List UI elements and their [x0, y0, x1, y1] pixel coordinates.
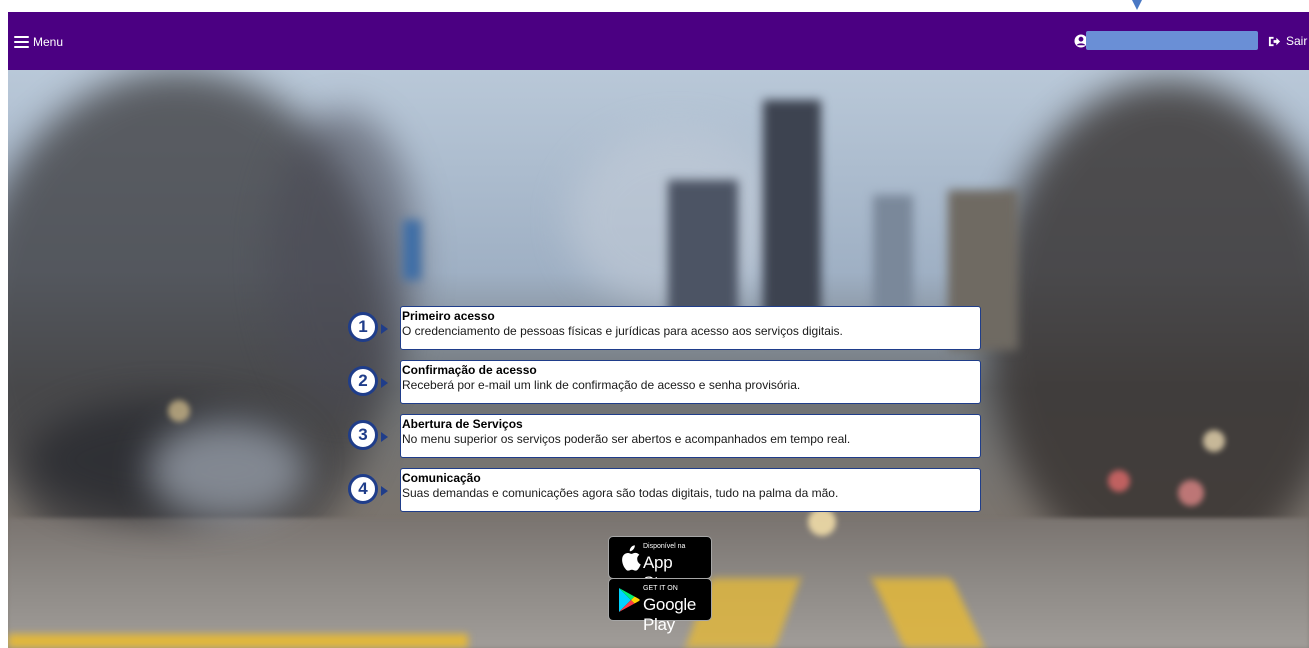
- logout-label: Sair: [1286, 34, 1308, 48]
- top-navbar: Menu Sair: [8, 12, 1309, 70]
- step-item: 4 Comunicação Suas demandas e comunicaçõ…: [348, 468, 988, 514]
- apple-icon: [622, 545, 641, 571]
- step-item: 1 Primeiro acesso O credenciamento de pe…: [348, 306, 988, 352]
- step-number: 1: [348, 312, 378, 342]
- step-arrow-icon: [381, 324, 388, 334]
- step-description: Suas demandas e comunicações agora são t…: [402, 486, 839, 500]
- app-frame: Menu Sair 1 Primeiro acesso O credenciam…: [8, 12, 1309, 648]
- step-title: Confirmação de acesso: [402, 363, 537, 377]
- step-title: Comunicação: [402, 471, 481, 485]
- logout-button[interactable]: Sair: [1268, 34, 1307, 48]
- google-play-small-text: GET IT ON: [643, 585, 678, 592]
- step-number: 3: [348, 420, 378, 450]
- step-arrow-icon: [381, 432, 388, 442]
- step-item: 3 Abertura de Serviços No menu superior …: [348, 414, 988, 460]
- step-card: Primeiro acesso O credenciamento de pess…: [400, 306, 981, 350]
- google-play-big-text: Google Play: [643, 595, 697, 634]
- step-arrow-icon: [381, 378, 388, 388]
- step-description: No menu superior os serviços poderão ser…: [402, 432, 851, 446]
- hamburger-icon: [14, 36, 29, 48]
- step-item: 2 Confirmação de acesso Receberá por e-m…: [348, 360, 988, 406]
- step-number: 2: [348, 366, 378, 396]
- step-title: Primeiro acesso: [402, 309, 495, 323]
- step-arrow-icon: [381, 486, 388, 496]
- step-card: Comunicação Suas demandas e comunicações…: [400, 468, 981, 512]
- google-play-icon: [619, 588, 640, 612]
- step-description: Receberá por e-mail um link de confirmaç…: [402, 378, 801, 392]
- logout-icon: [1268, 36, 1281, 46]
- step-card: Confirmação de acesso Receberá por e-mai…: [400, 360, 981, 404]
- menu-label: Menu: [33, 35, 64, 49]
- google-play-badge[interactable]: GET IT ON Google Play: [608, 578, 712, 634]
- user-name-field[interactable]: [1086, 31, 1258, 50]
- step-description: O credenciamento de pessoas físicas e ju…: [402, 324, 843, 338]
- pointer-arrow-icon: [1132, 0, 1142, 10]
- step-title: Abertura de Serviços: [402, 417, 523, 431]
- app-store-small-text: Disponível na: [643, 543, 686, 550]
- app-store-badge[interactable]: Disponível na App Store: [608, 536, 712, 592]
- step-number: 4: [348, 474, 378, 504]
- step-card: Abertura de Serviços No menu superior os…: [400, 414, 981, 458]
- menu-button[interactable]: Menu: [14, 32, 63, 52]
